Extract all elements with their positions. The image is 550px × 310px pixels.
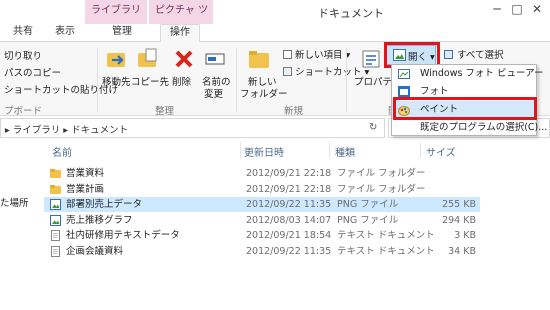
file-name: 営業資料 (66, 168, 105, 179)
file-type: PNG ファイル (337, 214, 399, 226)
new-group-label: 新規 (284, 106, 304, 117)
column-separator (420, 142, 421, 158)
file-date: 2012/09/21 22:18 (246, 168, 332, 179)
file-row[interactable]: 営業計画 2012/09/21 22:18 ファイル フォルダー (44, 182, 480, 197)
copy-to-button[interactable]: コピー先 (131, 46, 170, 96)
address-bar[interactable]: ▸ ライブラリ ▸ ドキュメント ↻ (0, 118, 385, 138)
move-to-button[interactable]: 移動先 (102, 46, 131, 96)
group-separator (346, 48, 347, 112)
title-bar (0, 0, 550, 24)
file-name: 営業計画 (66, 183, 105, 195)
copy-to-label: コピー先 (131, 77, 170, 88)
close-button[interactable]: ✕ (528, 2, 546, 18)
file-size: 3 KB (454, 230, 476, 242)
paste-shortcut-label: ショートカットの貼り付け (4, 85, 119, 96)
image-file-icon (50, 214, 61, 226)
column-header-date[interactable]: 更新日時 (244, 144, 284, 159)
select-all-button[interactable]: すべて選択 (444, 47, 503, 61)
select-all-icon (444, 50, 453, 59)
clipboard-group-label: プボード (4, 106, 43, 117)
text-file-icon (51, 246, 60, 257)
delete-x-icon (175, 50, 193, 68)
nav-pane-location[interactable]: た場所 (0, 195, 29, 209)
move-to-label: 移動先 (102, 77, 131, 88)
file-name: 部署別売上データ (66, 199, 143, 211)
new-folder-button[interactable]: 新しい フォルダー (238, 46, 288, 104)
rename-button[interactable]: 名前の 変更 (200, 46, 231, 104)
cut-button[interactable]: 切り取り (4, 48, 42, 62)
column-header-name[interactable]: 名前 (52, 144, 72, 159)
paint-highlight-box (393, 97, 537, 120)
file-date: 2012/08/03 14:07 (246, 214, 332, 226)
group-separator (97, 48, 98, 112)
file-date: 2012/09/21 18:54 (246, 230, 332, 242)
delete-button[interactable]: 削除 (170, 46, 196, 96)
file-row[interactable]: 部署別売上データ 2012/09/22 11:35 PNG ファイル 255 KB (44, 197, 480, 213)
new-item-label: 新しい項目 ▾ (295, 50, 351, 61)
file-size: 34 KB (448, 246, 476, 257)
copy-path-button[interactable]: パスのコピー (4, 65, 61, 79)
menu-item-label: 既定のプログラムの選択(C)... (420, 122, 548, 133)
file-name: 社内研修用テキストデータ (66, 230, 180, 242)
ribbon-tab-row (0, 24, 550, 42)
text-file-icon (51, 230, 60, 242)
address-path: ▸ ライブラリ ▸ ドキュメント (5, 125, 129, 136)
menu-item-choose-default-program[interactable]: 既定のプログラムの選択(C)... (392, 119, 547, 137)
file-size: 294 KB (442, 214, 476, 226)
file-row[interactable]: 営業資料 2012/09/21 22:18 ファイル フォルダー (44, 166, 480, 181)
file-type: テキスト ドキュメント (337, 246, 435, 257)
tab-view[interactable]: 表示 (50, 24, 80, 42)
file-date: 2012/09/22 11:35 (246, 199, 332, 211)
delete-label: 削除 (172, 77, 192, 88)
refresh-icon[interactable]: ↻ (369, 122, 377, 133)
menu-item-label: Windows フォト ビューアー (420, 68, 544, 79)
minimize-button[interactable]: ─ (488, 2, 506, 18)
context-tab-library-tools: ライブラリ ツール (85, 0, 147, 38)
move-to-icon (107, 53, 125, 67)
file-type: ファイル フォルダー (337, 183, 426, 195)
cut-label: 切り取り (4, 51, 43, 62)
file-row[interactable]: 社内研修用テキストデータ 2012/09/21 18:54 テキスト ドキュメント 3… (44, 228, 480, 243)
column-separator (240, 142, 241, 158)
new-item-icon (283, 50, 292, 59)
tab-manage-library[interactable]: 管理 (104, 24, 140, 42)
folder-icon (50, 169, 61, 178)
file-name: 企画会議資料 (66, 246, 124, 257)
file-name: 売上推移グラフ (66, 214, 133, 226)
new-folder-icon (249, 51, 269, 68)
copy-path-label: パスのコピー (4, 68, 62, 79)
column-header-type[interactable]: 種類 (335, 144, 355, 159)
file-date: 2012/09/21 22:18 (246, 183, 332, 195)
folder-icon (50, 184, 61, 194)
select-all-label: すべて選択 (457, 50, 504, 61)
column-header-size[interactable]: サイズ (426, 144, 456, 159)
image-file-icon (50, 199, 61, 211)
window-title: ドキュメント (318, 7, 384, 20)
file-row[interactable]: 企画会議資料 2012/09/22 11:35 テキスト ドキュメント 34 KB (44, 244, 480, 259)
tab-manage-picture[interactable]: 操作 (160, 24, 200, 42)
new-folder-label-line2: フォルダー (240, 89, 288, 100)
maximize-button[interactable]: □ (508, 2, 526, 18)
file-type: ファイル フォルダー (337, 168, 426, 179)
tab-share[interactable]: 共有 (8, 24, 38, 42)
group-separator (236, 48, 237, 112)
file-type: テキスト ドキュメント (337, 230, 435, 242)
file-row[interactable]: 売上推移グラフ 2012/08/03 14:07 PNG ファイル 294 KB (44, 213, 480, 228)
context-tab-picture-tools: ピクチャ ツール (149, 0, 213, 38)
rename-label-line2: 変更 (204, 89, 224, 100)
paste-shortcut-button[interactable]: ショートカットの貼り付け (4, 82, 118, 96)
new-item-button[interactable]: 新しい項目 ▾ (283, 47, 350, 61)
file-type: PNG ファイル (337, 199, 399, 211)
file-size: 255 KB (442, 199, 476, 211)
rename-icon (205, 53, 225, 65)
properties-icon (362, 50, 380, 68)
organize-group-label: 整理 (155, 106, 175, 117)
copy-to-icon (138, 48, 157, 67)
shortcut-icon (283, 67, 292, 76)
photo-viewer-icon (398, 69, 410, 79)
file-date: 2012/09/22 11:35 (246, 246, 332, 257)
column-separator (329, 142, 330, 158)
menu-item-windows-photo-viewer[interactable]: Windows フォト ビューアー (392, 65, 544, 83)
